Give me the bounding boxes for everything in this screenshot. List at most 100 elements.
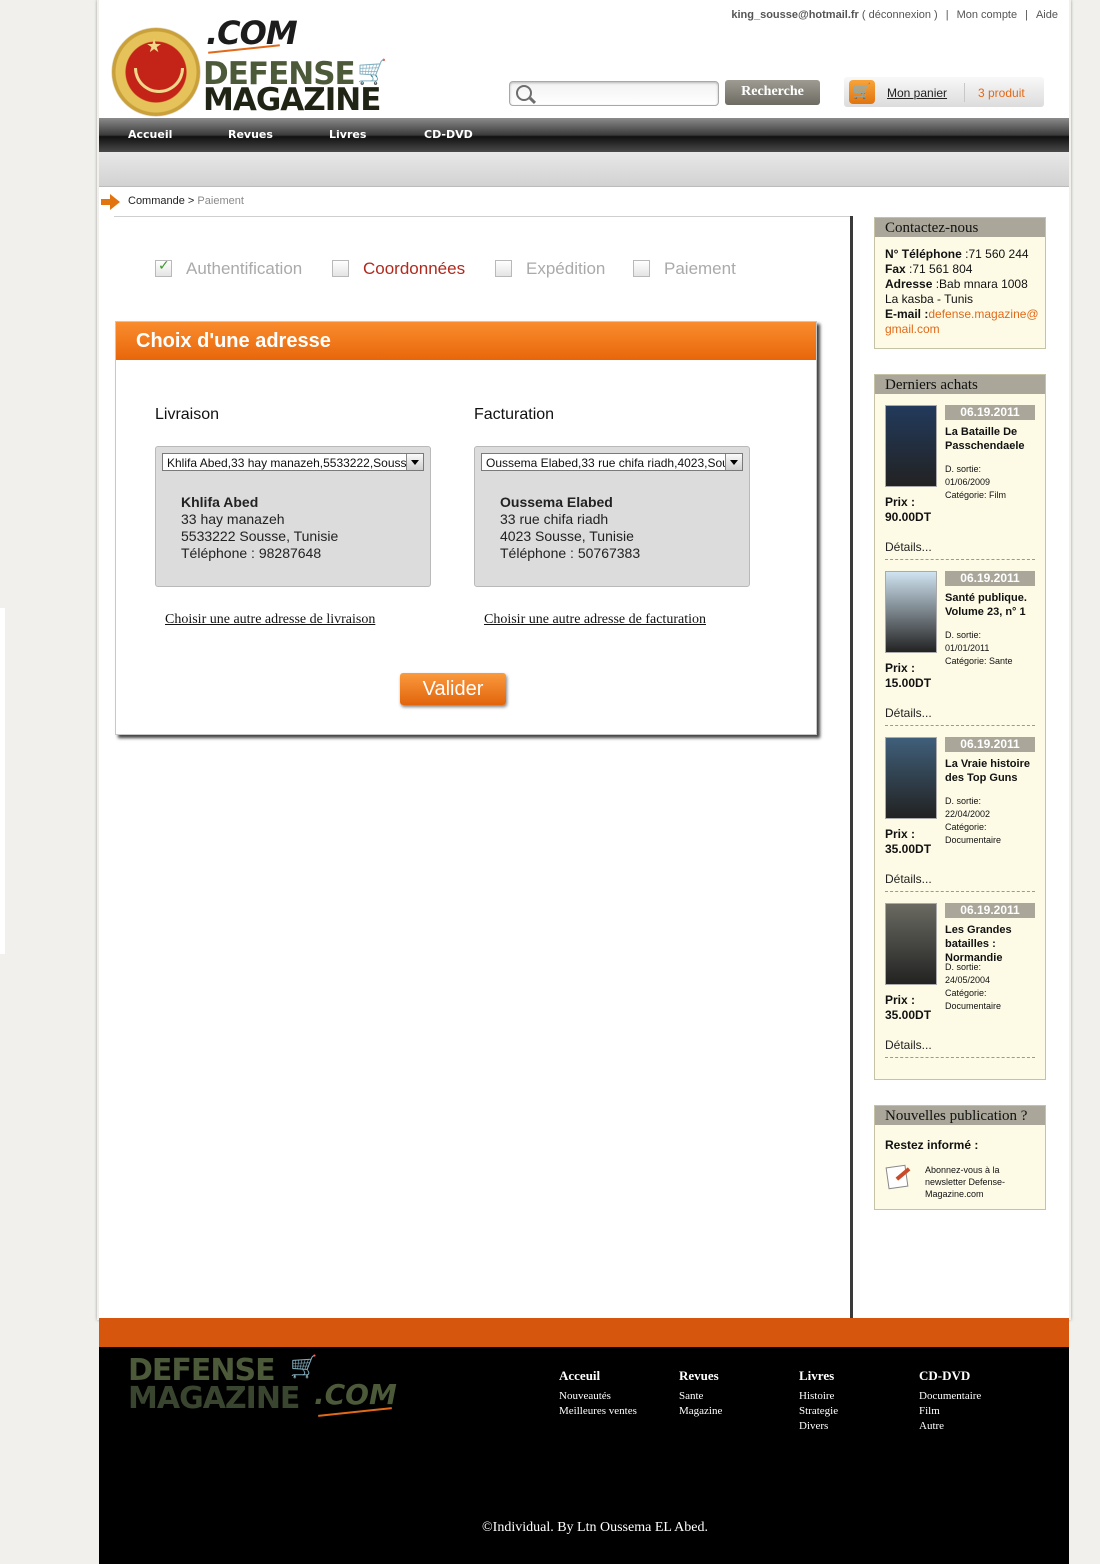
search-field[interactable] xyxy=(509,81,719,106)
footer-link[interactable]: Histoire xyxy=(799,1389,838,1404)
breadcrumb-root[interactable]: Commande xyxy=(128,195,185,207)
details-link[interactable]: Détails... xyxy=(885,540,932,554)
price-block: Prix :90.00DT xyxy=(885,495,931,525)
product-category: Catégorie: Film xyxy=(945,490,1007,500)
emblem-logo[interactable]: ★ xyxy=(112,28,200,116)
product-title[interactable]: Santé publique. Volume 23, n° 1 xyxy=(945,591,1037,619)
purchase-date: 06.19.2011 xyxy=(945,737,1035,752)
nav-item-accueil[interactable]: Accueil xyxy=(128,128,172,141)
nav-item-revues[interactable]: Revues xyxy=(228,128,273,141)
product-thumbnail[interactable] xyxy=(885,903,937,985)
newsletter-box: Nouvelles publication ? Restez informé :… xyxy=(874,1105,1046,1210)
product-title[interactable]: La Vraie histoire des Top Guns xyxy=(945,757,1037,785)
nav-item-cd-dvd[interactable]: CD-DVD xyxy=(424,128,473,141)
item-divider xyxy=(885,891,1035,892)
account-link[interactable]: Mon compte xyxy=(957,9,1018,21)
release-label: D. sortie: xyxy=(945,630,982,640)
arrow-right-icon xyxy=(101,194,120,210)
purchase-item: 06.19.2011 Santé publique. Volume 23, n° … xyxy=(885,571,1037,731)
item-divider xyxy=(885,1057,1035,1058)
cart-widget[interactable]: 🛒 Mon panier 3 produit xyxy=(844,77,1044,107)
delivery-phone: Téléphone : 98287648 xyxy=(181,545,322,561)
panel-header: Choix d'une adresse xyxy=(116,322,816,360)
billing-address-box: Oussema Elabed,33 rue chifa riadh,4023,S… xyxy=(474,446,750,587)
logo-word-magazine[interactable]: MAGAZINE xyxy=(203,82,381,118)
email-label: E-mail : xyxy=(885,307,929,321)
footer-link[interactable]: Nouveautés xyxy=(559,1389,637,1404)
address-line-1: :Bab mnara 1008 xyxy=(932,277,1028,291)
footer-link[interactable]: Autre xyxy=(919,1419,981,1434)
details-link[interactable]: Détails... xyxy=(885,1038,932,1052)
footer-link[interactable]: Documentaire xyxy=(919,1389,981,1404)
billing-address-select[interactable]: Oussema Elabed,33 rue chifa riadh,4023,S… xyxy=(481,453,743,471)
search-button[interactable]: Recherche xyxy=(725,80,820,105)
step-checkbox xyxy=(633,260,650,277)
search-icon xyxy=(516,85,532,101)
top-links: king_sousse@hotmail.fr ( déconnexion ) | M… xyxy=(731,9,1058,21)
product-title[interactable]: La Bataille De Passchendaele xyxy=(945,425,1037,453)
purchase-date: 06.19.2011 xyxy=(945,405,1035,420)
footer-link[interactable]: Divers xyxy=(799,1419,838,1434)
help-link[interactable]: Aide xyxy=(1036,9,1058,21)
cart-count[interactable]: 3 produit xyxy=(978,86,1025,100)
release-date: 24/05/2004 xyxy=(945,975,991,985)
product-title[interactable]: Les Grandes batailles : Normandie xyxy=(945,923,1037,965)
billing-city: 4023 Sousse, Tunisie xyxy=(500,528,634,544)
footer-logo-com[interactable]: .COM xyxy=(314,1378,397,1411)
billing-phone: Téléphone : 50767383 xyxy=(500,545,641,561)
newsletter-signup-icon[interactable] xyxy=(885,1164,911,1188)
footer-link[interactable]: Sante xyxy=(679,1389,722,1404)
newsletter-info: Restez informé : xyxy=(885,1138,979,1152)
footer-link[interactable]: Strategie xyxy=(799,1404,838,1419)
footer-link[interactable]: Meilleures ventes xyxy=(559,1404,637,1419)
validate-button[interactable]: Valider xyxy=(400,673,506,705)
step-checkbox-checked xyxy=(155,258,172,277)
item-divider xyxy=(885,725,1035,726)
product-category: Catégorie: Sante xyxy=(945,656,1013,666)
price-label: Prix : xyxy=(885,661,916,675)
footer-col-title[interactable]: Acceuil xyxy=(559,1368,637,1384)
contact-details: N° Téléphone :71 560 244 Fax :71 561 804… xyxy=(875,237,1045,347)
purchase-date: 06.19.2011 xyxy=(945,571,1035,586)
choose-billing-address-link[interactable]: Choisir une autre adresse de facturation xyxy=(484,612,706,628)
product-thumbnail[interactable] xyxy=(885,571,937,653)
footer-link[interactable]: Magazine xyxy=(679,1404,722,1419)
price-value: 35.00DT xyxy=(885,842,932,856)
delivery-address-box: Khlifa Abed,33 hay manazeh,5533222,Souss… xyxy=(155,446,431,587)
logo-cart-icon: 🛒 xyxy=(357,59,387,86)
billing-title: Facturation xyxy=(474,406,555,423)
recent-purchases-box: Derniers achats 06.19.2011 La Bataille De… xyxy=(874,374,1046,1080)
footer-link[interactable]: Film xyxy=(919,1404,981,1419)
details-link[interactable]: Détails... xyxy=(885,872,932,886)
purchase-item: 06.19.2011 La Bataille De Passchendaele D.… xyxy=(885,405,1037,565)
billing-selected-value: Oussema Elabed,33 rue chifa riadh,4023,S… xyxy=(486,456,743,470)
cart-icon[interactable]: 🛒 xyxy=(849,80,875,104)
step-label: Expédition xyxy=(526,259,606,278)
billing-street: 33 rue chifa riadh xyxy=(500,511,609,527)
search-input[interactable] xyxy=(538,85,712,103)
details-link[interactable]: Détails... xyxy=(885,706,932,720)
footer-logo-word-magazine[interactable]: MAGAZINE xyxy=(128,1381,300,1416)
step-label: Coordonnées xyxy=(363,259,466,278)
product-thumbnail[interactable] xyxy=(885,405,937,487)
step-label: Paiement xyxy=(664,259,736,278)
product-thumbnail[interactable] xyxy=(885,737,937,819)
delivery-address-details: Khlifa Abed 33 hay manazeh 5533222 Souss… xyxy=(181,494,338,562)
footer-col-title[interactable]: Revues xyxy=(679,1368,722,1384)
choose-delivery-address-link[interactable]: Choisir une autre adresse de livraison xyxy=(165,612,375,628)
delivery-address-select[interactable]: Khlifa Abed,33 hay manazeh,5533222,Souss… xyxy=(162,453,424,471)
phone-value: :71 560 244 xyxy=(961,247,1029,261)
chevron-down-icon[interactable] xyxy=(406,454,423,470)
cart-link[interactable]: Mon panier xyxy=(887,86,947,100)
chevron-down-icon[interactable] xyxy=(725,454,742,470)
nav-item-livres[interactable]: Livres xyxy=(329,128,366,141)
footer-col-title[interactable]: Livres xyxy=(799,1368,838,1384)
logout-link[interactable]: ( déconnexion ) xyxy=(862,9,938,21)
wing-emblem-icon xyxy=(134,68,184,93)
newsletter-signup-text[interactable]: Abonnez-vous à la newsletter Defense-Mag… xyxy=(925,1164,1029,1200)
footer-col-title[interactable]: CD-DVD xyxy=(919,1368,981,1384)
step-checkbox xyxy=(332,260,349,277)
delivery-street: 33 hay manazeh xyxy=(181,511,285,527)
footer-logo-cart-icon: 🛒 xyxy=(290,1354,318,1379)
purchase-item: 06.19.2011 La Vraie histoire des Top Guns… xyxy=(885,737,1037,897)
